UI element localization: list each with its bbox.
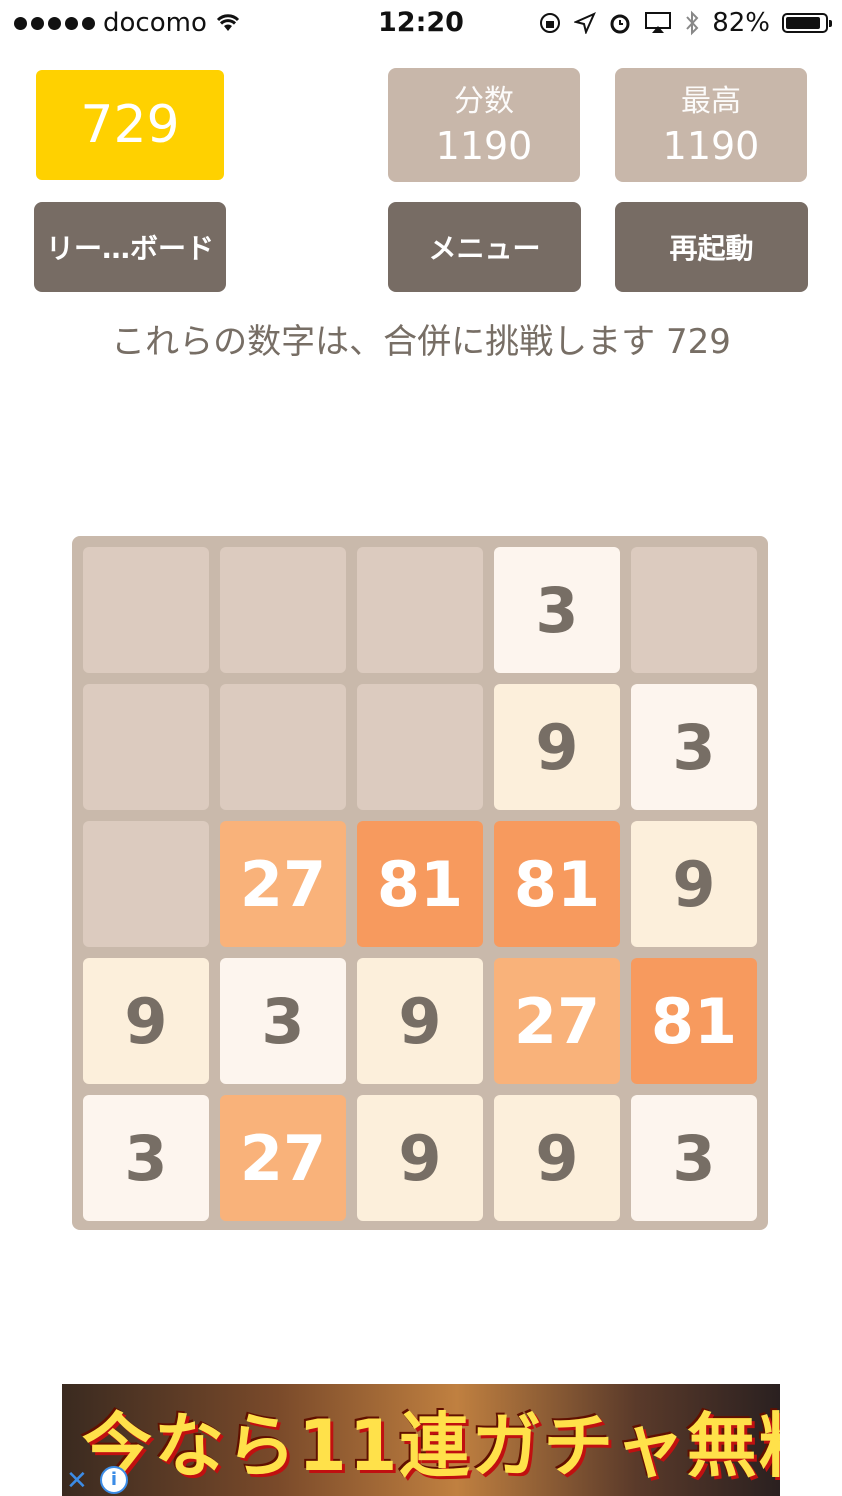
score-value: 1190 [435,124,533,168]
status-bar: docomo 12:20 82% [0,0,842,46]
best-score-box: 最高 1190 [615,68,807,182]
tile: 9 [357,1095,483,1221]
tile: 3 [631,1095,757,1221]
tile: 81 [494,821,620,947]
tile: 81 [357,821,483,947]
status-right: 82% [538,8,832,38]
goal-tile: 729 [36,70,224,180]
airplay-icon [645,12,672,33]
best-score-label: 最高 [681,84,741,119]
tile: 9 [494,684,620,810]
empty-cell [83,547,209,673]
empty-cell [83,821,209,947]
score-label: 分数 [454,84,514,119]
game-board[interactable]: 3 9 3 27 81 81 9 9 3 9 27 81 3 27 9 9 3 [72,536,768,1230]
menu-button[interactable]: メニュー [388,202,581,292]
ad-info-icon[interactable]: i [100,1466,128,1494]
tile: 27 [494,958,620,1084]
tile: 27 [220,821,346,947]
tile: 3 [494,547,620,673]
empty-cell [220,547,346,673]
bluetooth-icon [686,10,699,36]
tile: 81 [631,958,757,1084]
battery-percent: 82% [712,8,770,38]
tile: 9 [83,958,209,1084]
empty-cell [631,547,757,673]
tile: 9 [357,958,483,1084]
restart-button[interactable]: 再起動 [615,202,808,292]
empty-cell [220,684,346,810]
tile: 3 [83,1095,209,1221]
score-box: 分数 1190 [388,68,580,182]
battery-icon [782,13,832,33]
empty-cell [83,684,209,810]
goal-caption: これらの数字は、合併に挑戦します 729 [111,322,731,362]
leaderboard-button[interactable]: リー…ボード [34,202,226,292]
best-score-value: 1190 [662,124,760,168]
ad-text: 今なら11連ガチャ無料!! [82,1405,780,1487]
tile: 9 [494,1095,620,1221]
alarm-icon [610,14,630,34]
location-icon [574,12,597,34]
ad-close-icon[interactable]: ✕ [66,1466,88,1496]
tile: 27 [220,1095,346,1221]
empty-cell [357,684,483,810]
tile: 3 [220,958,346,1084]
ad-banner[interactable]: 今なら11連ガチャ無料!! [62,1384,780,1496]
tile: 9 [631,821,757,947]
empty-cell [357,547,483,673]
rotation-lock-icon [540,13,561,33]
tile: 3 [631,684,757,810]
